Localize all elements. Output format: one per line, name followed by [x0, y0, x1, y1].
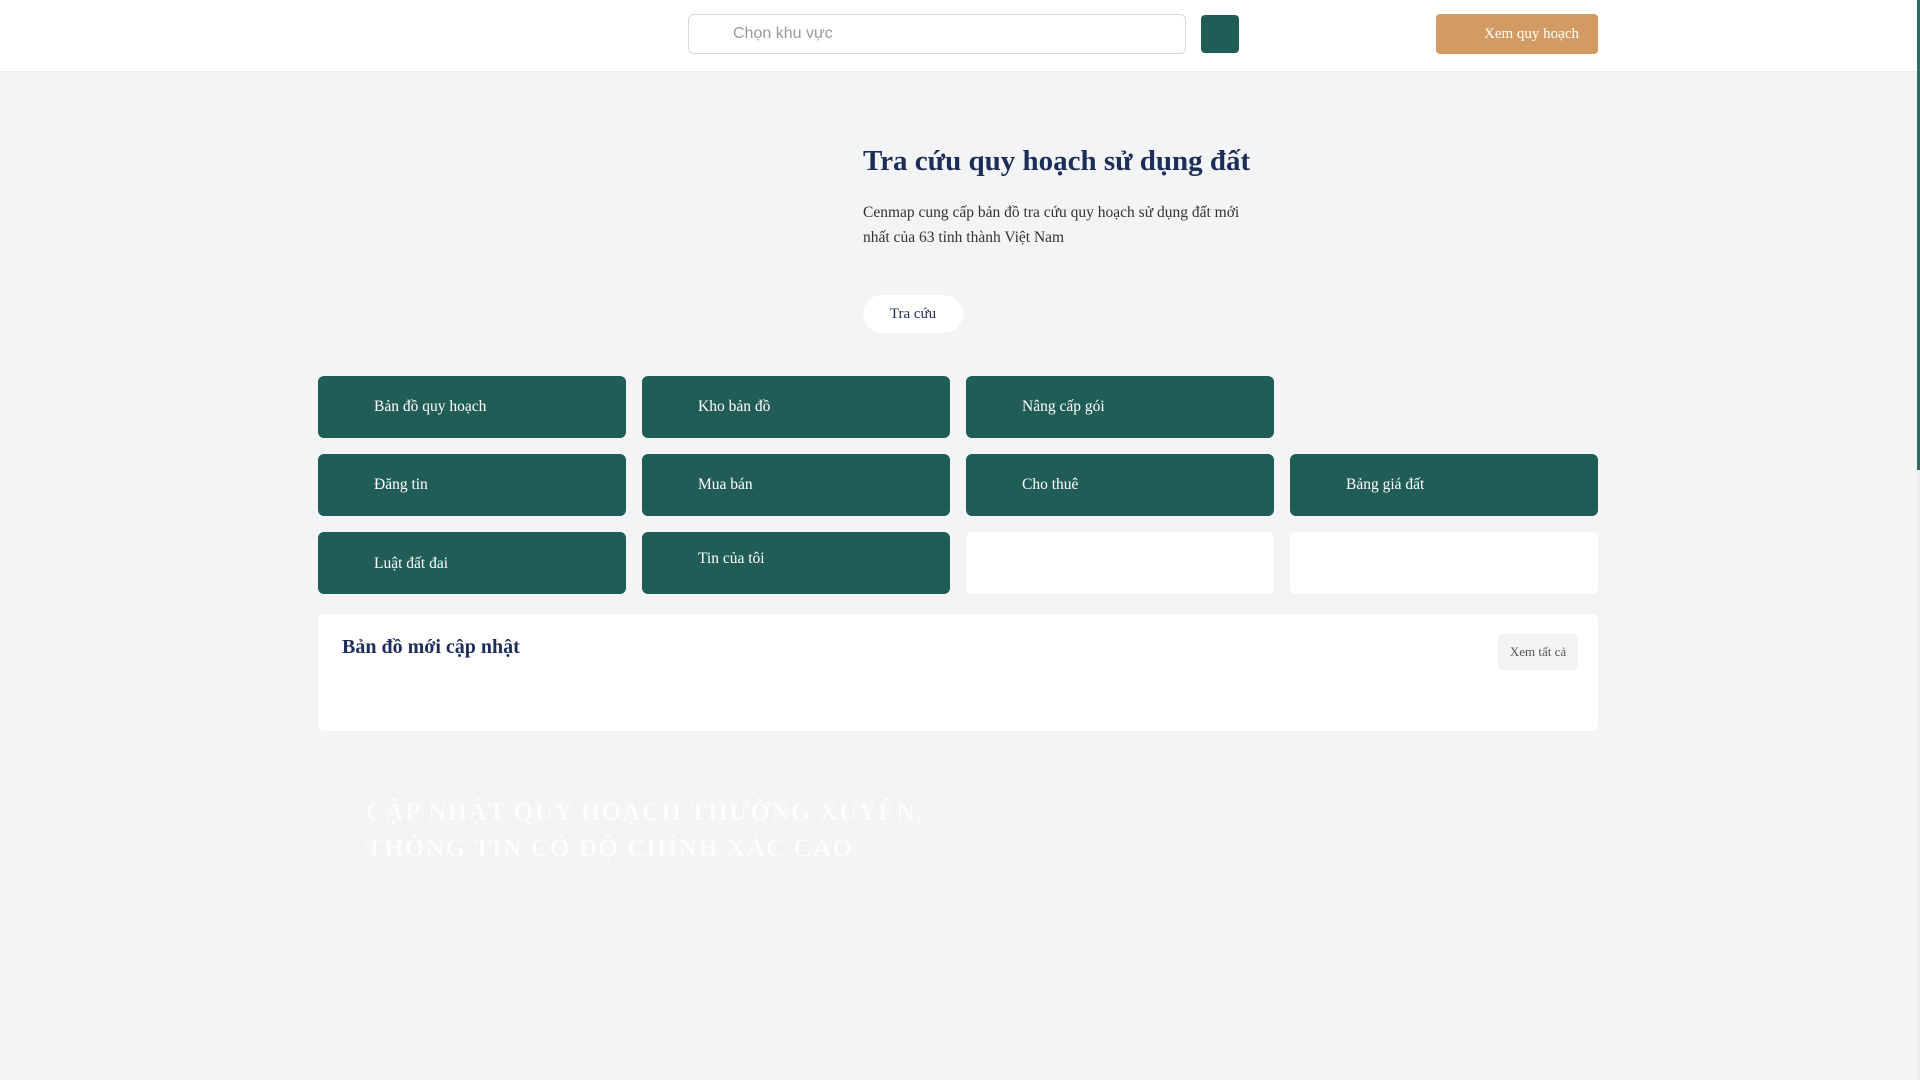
tile-label: Bảng giá đất [1346, 476, 1425, 493]
view-plan-label: Xem quy hoạch [1484, 25, 1579, 42]
tile-post-listing[interactable]: Đăng tin [318, 454, 626, 516]
tile-placeholder [1290, 532, 1598, 594]
tile-label: Đăng tin [374, 476, 428, 493]
feature-banner: CẬP NHẬT QUY HOẠCH THƯỜNG XUYÊN, THÔNG T… [366, 795, 924, 867]
banner-line: CẬP NHẬT QUY HOẠCH THƯỜNG XUYÊN, [366, 799, 924, 826]
tile-land-price-table[interactable]: Bảng giá đất [1290, 454, 1598, 516]
post-icon [340, 476, 358, 494]
tile-label: Bản đồ quy hoạch [374, 398, 487, 415]
search-icon [1212, 25, 1228, 44]
tile-buy-sell[interactable]: Mua bán [642, 454, 950, 516]
lookup-button[interactable]: Tra cứu [863, 295, 963, 333]
see-all-button[interactable]: Xem tất cả [1498, 634, 1578, 670]
map-icon [340, 398, 358, 416]
folder-icon [664, 398, 682, 416]
tile-label: Kho bản đồ [698, 398, 771, 415]
law-book-icon [340, 554, 358, 572]
banner-line: THÔNG TIN CÓ ĐỘ CHÍNH XÁC CAO [366, 835, 854, 862]
tile-label: Cho thuê [1022, 476, 1079, 493]
tile-my-posts[interactable]: Tin của tôi [642, 532, 950, 594]
tile-map-library[interactable]: Kho bản đồ [642, 376, 950, 438]
upgrade-icon [988, 398, 1006, 416]
tile-planning-map[interactable]: Bản đồ quy hoạch [318, 376, 626, 438]
area-search-input[interactable] [733, 25, 1153, 43]
tile-placeholder [966, 532, 1274, 594]
hero-description: Cenmap cung cấp bản đồ tra cứu quy hoạch… [863, 204, 1240, 246]
tile-rent[interactable]: Cho thuê [966, 454, 1274, 516]
tile-label: Nâng cấp gói [1022, 398, 1105, 415]
area-search-field[interactable] [688, 14, 1186, 54]
tile-label: Luật đất đai [374, 555, 449, 572]
tile-label: Tin của tôi [698, 550, 765, 567]
price-table-icon [1312, 476, 1330, 494]
tile-land-law[interactable]: Luật đất đai [318, 532, 626, 594]
tile-upgrade-plan[interactable]: Nâng cấp gói [966, 376, 1274, 438]
map-pin-icon [1454, 24, 1470, 49]
cart-icon [664, 476, 682, 494]
page-title: Tra cứu quy hoạch sử dụng đất [863, 145, 1251, 177]
tile-label: Mua bán [698, 476, 753, 493]
news-icon [664, 554, 682, 572]
view-plan-button[interactable]: Xem quy hoạch [1436, 14, 1598, 54]
key-icon [988, 476, 1006, 494]
search-icon [689, 14, 733, 54]
top-navbar: Xem quy hoạch [0, 0, 1917, 72]
section-title: Bản đồ mới cập nhật [342, 636, 520, 658]
search-button[interactable] [1201, 15, 1239, 53]
recent-maps-section: Bản đồ mới cập nhật Xem tất cả [318, 614, 1598, 731]
